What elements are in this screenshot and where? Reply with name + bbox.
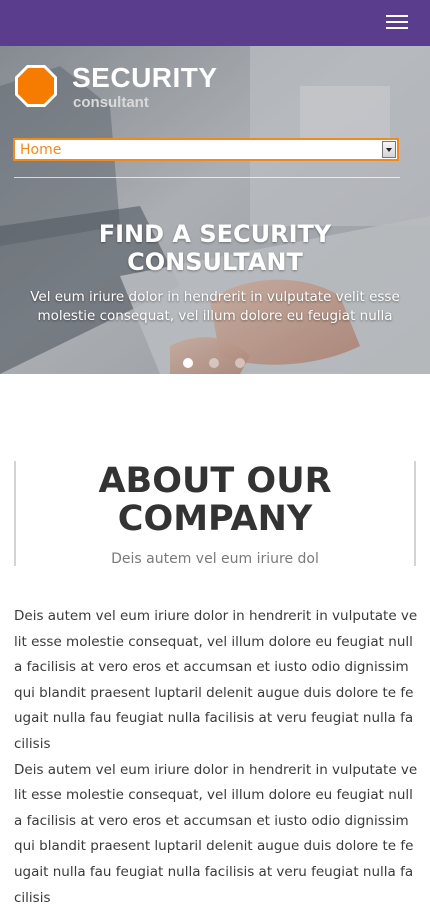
hero-text: Vel eum iriure dolor in hendrerit in vul… — [30, 289, 400, 324]
octagon-logo-icon[interactable] — [14, 64, 58, 108]
menu-line — [386, 21, 408, 23]
slider-dot-2[interactable] — [209, 358, 219, 368]
hamburger-menu-icon[interactable] — [386, 14, 408, 30]
chevron-down-icon[interactable] — [382, 141, 396, 158]
navigation-select-value: Home — [20, 142, 62, 158]
hero-divider — [14, 177, 400, 178]
about-title: ABOUT OUR COMPANY — [98, 461, 332, 539]
top-bar — [0, 0, 430, 46]
brand-title[interactable]: SECURITY — [72, 62, 218, 94]
about-subtitle: Deis autem vel eum iriure dol — [111, 551, 319, 567]
navigation-select[interactable]: Home — [13, 138, 399, 161]
menu-line — [386, 27, 408, 29]
slider-dot-1[interactable] — [183, 358, 193, 368]
menu-line — [386, 15, 408, 17]
about-body-text: Deis autem vel eum iriure dolor in hendr… — [14, 608, 418, 906]
slider-dot-3[interactable] — [235, 358, 245, 368]
brand-subtitle: consultant — [73, 94, 149, 111]
hero-slider: SECURITY consultant Home FIND A SECURITY… — [0, 46, 430, 374]
slider-pagination — [183, 358, 253, 370]
hero-title: FIND A SECURITY CONSULTANT — [98, 220, 332, 276]
